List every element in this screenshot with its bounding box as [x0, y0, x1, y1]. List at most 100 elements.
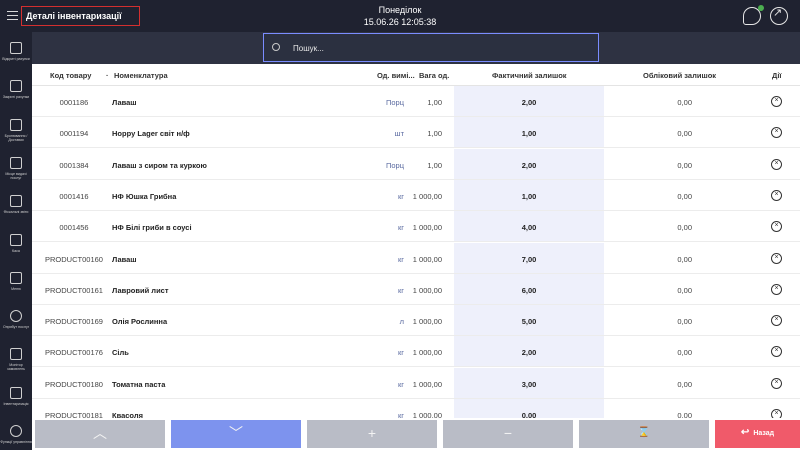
increase-button[interactable]: + — [307, 420, 437, 448]
sidebar-item-monitor[interactable]: Монітор замовлень — [0, 344, 32, 382]
bottom-toolbar: ︿ ﹀ + − ⌛ ↩ Назад — [32, 418, 800, 450]
table-header: Код товару · Номенклатура Од. вимі... Ва… — [32, 64, 800, 86]
minus-icon: − — [503, 425, 513, 441]
fact-quantity-cell[interactable]: 7,00 — [454, 242, 604, 273]
remove-row-icon[interactable]: × — [771, 158, 782, 170]
unit-weight: 1 000,00 — [412, 223, 442, 233]
remove-row-icon[interactable]: × — [771, 377, 782, 389]
table-row[interactable]: 0001416 НФ Юшка Грибна кг 1 000,00 1,00 0,00 × — [32, 179, 800, 211]
remove-row-icon[interactable]: × — [771, 346, 782, 358]
sidebar-item-closed-receipt[interactable]: Закриті рахунки — [0, 76, 32, 114]
fact-quantity: 3,00 — [521, 379, 537, 389]
product-code: 0001416 — [59, 191, 89, 201]
hamburger-menu-icon[interactable] — [7, 11, 18, 20]
table-row[interactable]: PRODUCT00180 Томатна паста кг 1 000,00 3,00 0… — [32, 367, 800, 399]
monitor-icon — [10, 348, 22, 361]
unit: кг — [397, 191, 404, 201]
unit: кг — [397, 223, 404, 233]
remove-row-icon[interactable]: × — [771, 127, 782, 139]
sidebar-item-menu-book[interactable]: Меню — [0, 268, 32, 306]
sidebar-item-pickup[interactable]: Місце видачі послуг — [0, 153, 32, 191]
back-button[interactable]: ↩ Назад — [715, 420, 800, 448]
remove-row-icon[interactable]: × — [771, 315, 782, 327]
product-name: Квасоля — [112, 411, 143, 418]
sidebar-item-fiscal-report[interactable]: Фіскальні звіти — [0, 191, 32, 229]
fact-quantity-cell[interactable]: 1,00 — [454, 117, 604, 148]
unit-weight: 1 000,00 — [412, 348, 442, 358]
table-row[interactable]: 0001186 Лаваш Порц 1,00 2,00 0,00 × — [32, 86, 800, 117]
unit-weight: 1 000,00 — [412, 285, 442, 295]
fact-quantity-cell[interactable]: 0,00 — [454, 399, 604, 418]
unit-weight: 1 000,00 — [412, 411, 442, 418]
search-bar — [32, 32, 800, 64]
unit-weight: 1 000,00 — [412, 191, 442, 201]
remove-row-icon[interactable]: × — [771, 283, 782, 295]
remove-row-icon[interactable]: × — [771, 221, 782, 233]
chat-icon[interactable] — [743, 5, 764, 25]
table-row[interactable]: PRODUCT00176 Сіль кг 1 000,00 2,00 0,00 × — [32, 336, 800, 368]
unit: шт — [394, 129, 404, 139]
fact-quantity: 2,00 — [521, 348, 537, 358]
clear-button[interactable]: ⌛ — [579, 420, 709, 448]
fact-quantity-cell[interactable]: 5,00 — [454, 305, 604, 336]
header-name[interactable]: Номенклатура — [114, 71, 168, 80]
fact-quantity-cell[interactable]: 2,00 — [454, 148, 604, 179]
header-fact[interactable]: Фактичний залишок — [492, 71, 567, 80]
table-row[interactable]: PRODUCT00169 Олія Рослинна л 1 000,00 5,00 0,… — [32, 305, 800, 337]
sidebar-item-cash-register[interactable]: Каса — [0, 230, 32, 268]
fact-quantity-cell[interactable]: 2,00 — [454, 86, 604, 116]
sidebar-item-receipt[interactable]: Відкриті рахунки — [0, 38, 32, 76]
product-code: 0001456 — [59, 223, 89, 233]
remove-row-icon[interactable]: × — [771, 96, 782, 107]
datetime-label: 15.06.26 12:05:38 — [363, 17, 437, 27]
table-row[interactable]: PRODUCT00181 Квасоля кг 1 000,00 0,00 0,00 × — [32, 399, 800, 418]
product-code: PRODUCT00180 — [45, 379, 103, 389]
header-weight[interactable]: Вага од. — [419, 71, 449, 80]
search-box[interactable] — [263, 33, 599, 62]
fact-quantity: 0,00 — [521, 411, 537, 418]
plus-icon: + — [367, 425, 377, 441]
fact-quantity-cell[interactable]: 4,00 — [454, 211, 604, 242]
back-arrow-icon: ↩ — [740, 427, 750, 438]
exit-icon[interactable] — [770, 6, 788, 25]
header-unit[interactable]: Од. вимі... — [377, 71, 415, 80]
sidebar-item-label: Монітор замовлень — [7, 363, 25, 372]
fact-quantity: 6,00 — [521, 285, 537, 295]
sidebar-item-calendar[interactable]: Бронювання / Доставки — [0, 115, 32, 153]
accounting-quantity: 0,00 — [677, 348, 692, 358]
sidebar-item-inventory[interactable]: Інвентаризація — [0, 383, 32, 421]
product-code: 0001384 — [59, 160, 89, 170]
scroll-up-button[interactable]: ︿ — [35, 420, 165, 448]
receipt-icon — [10, 42, 22, 54]
sidebar-item-gear[interactable]: Функції управління — [0, 421, 32, 450]
table-row[interactable]: PRODUCT00161 Лавровий лист кг 1 000,00 6,00 0… — [32, 273, 800, 305]
table-row[interactable]: 0001456 НФ Білі гриби в соусі кг 1 000,00 4,… — [32, 211, 800, 243]
table-row[interactable]: 0001384 Лаваш з сиром та куркою Порц 1,00 2,… — [32, 148, 800, 180]
decrease-button[interactable]: − — [443, 420, 573, 448]
product-name: Лаваш з сиром та куркою — [112, 160, 207, 170]
header-code[interactable]: Код товару — [50, 71, 91, 80]
calendar-icon — [10, 118, 22, 131]
date-time-display: Понеділок 15.06.26 12:05:38 — [340, 4, 460, 28]
header-accounting[interactable]: Обліковий залишок — [643, 71, 716, 80]
remove-row-icon[interactable]: × — [771, 189, 782, 201]
table-row[interactable]: 0001194 Hoppy Lager світ н/ф шт 1,00 1,00 0,0… — [32, 117, 800, 149]
accounting-quantity: 0,00 — [677, 223, 692, 233]
fiscal-report-icon — [10, 195, 22, 208]
product-name: Hoppy Lager світ н/ф — [112, 129, 190, 139]
fact-quantity-cell[interactable]: 1,00 — [454, 179, 604, 210]
sidebar-item-history[interactable]: Оприбут послуг — [0, 306, 32, 344]
fact-quantity-cell[interactable]: 6,00 — [454, 273, 604, 304]
unit: л — [399, 317, 404, 327]
weekday-label: Понеділок — [378, 5, 422, 15]
scroll-down-button[interactable]: ﹀ — [171, 420, 301, 448]
search-input[interactable] — [293, 41, 583, 55]
fact-quantity-cell[interactable]: 3,00 — [454, 367, 604, 398]
sidebar-item-label: Оприбут послуг — [2, 325, 30, 330]
table-row[interactable]: PRODUCT00160 Лаваш кг 1 000,00 7,00 0,00 × — [32, 242, 800, 274]
header-actions: Дії — [772, 71, 782, 80]
remove-row-icon[interactable]: × — [771, 252, 782, 264]
unit: кг — [397, 285, 404, 295]
fact-quantity-cell[interactable]: 2,00 — [454, 336, 604, 367]
remove-row-icon[interactable]: × — [771, 409, 782, 418]
